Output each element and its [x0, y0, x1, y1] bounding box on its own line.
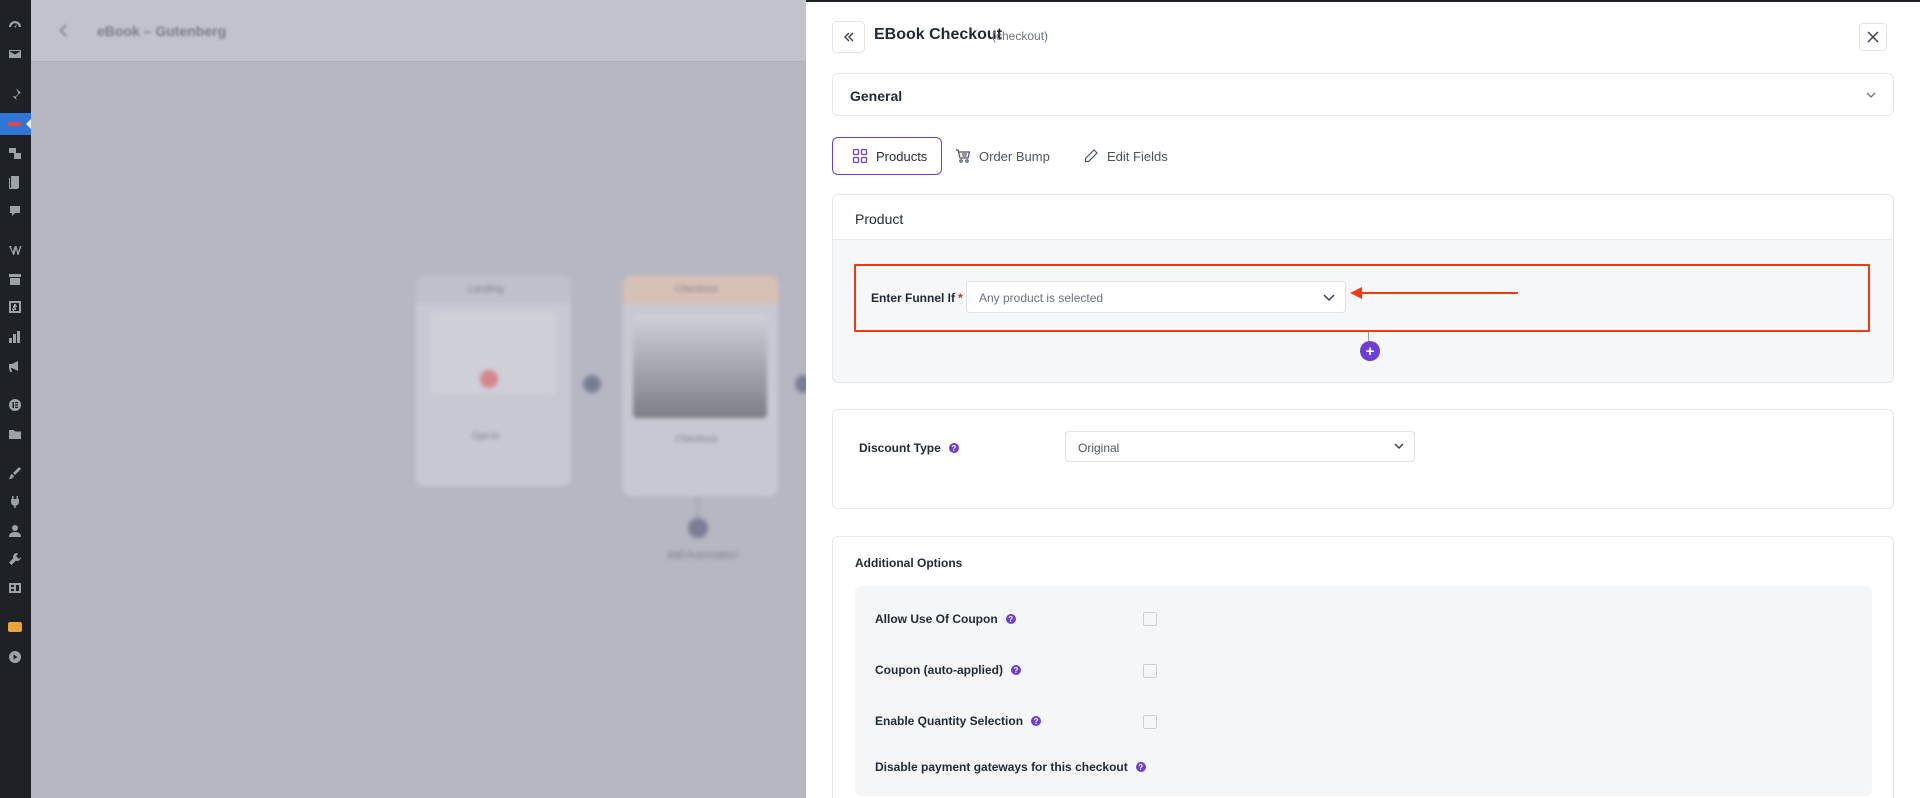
pages-icon[interactable] [8, 175, 22, 189]
dashboard-icon[interactable] [8, 19, 22, 33]
chevron-down-icon [1866, 92, 1876, 98]
enter-funnel-if-row: Enter Funnel If * Any product is selected [854, 264, 1870, 332]
node-checkout-label: Checkout [675, 284, 718, 295]
play-icon[interactable] [8, 650, 22, 664]
tab-edit-fields-label: Edit Fields [1107, 148, 1168, 164]
node-checkout[interactable]: Checkout Checkout [623, 276, 778, 496]
help-icon[interactable]: ? [948, 443, 959, 453]
panel-top-border [806, 0, 1920, 2]
funnel-plugin-icon[interactable] [8, 620, 22, 634]
analytics-icon[interactable] [8, 330, 22, 344]
additional-options-section: Additional Options Allow Use Of Coupon? … [832, 536, 1894, 798]
tab-products-label: Products [876, 148, 928, 164]
settings-icon[interactable] [8, 581, 22, 595]
media-icon[interactable] [8, 146, 22, 160]
add-condition-button[interactable]: + [1360, 341, 1380, 361]
help-icon[interactable]: ? [1010, 665, 1021, 675]
plugins-icon[interactable] [8, 495, 22, 509]
help-icon[interactable]: ? [1005, 614, 1016, 624]
close-panel-button[interactable] [1859, 23, 1887, 51]
option-label: Coupon (auto-applied) [875, 663, 1003, 677]
pencil-icon [1084, 149, 1098, 163]
help-icon[interactable]: ? [1135, 762, 1146, 772]
comments-icon[interactable] [8, 204, 22, 218]
double-chevron-left-icon [843, 32, 853, 42]
required-mark: * [958, 291, 963, 305]
close-icon [1867, 31, 1879, 43]
tab-edit-fields[interactable]: Edit Fields [1083, 137, 1183, 175]
enter-funnel-if-value: Any product is selected [979, 291, 1104, 305]
annotation-arrow-icon [1350, 287, 1518, 299]
discount-type-value: Original [1078, 441, 1120, 455]
add-automation-label: Add Automation [667, 550, 738, 561]
option-disable-payment-gateways: Disable payment gateways for this checko… [875, 759, 1146, 775]
option-label: Allow Use Of Coupon [875, 612, 998, 626]
option-label: Enable Quantity Selection [875, 714, 1024, 728]
product-section-title: Product [855, 211, 904, 227]
node-checkout-preview [633, 314, 767, 418]
node-landing[interactable]: Landing Opt-in [416, 276, 571, 486]
additional-options-title: Additional Options [855, 556, 963, 570]
enter-funnel-if-select[interactable]: Any product is selected [966, 281, 1346, 313]
marketing-icon[interactable] [8, 359, 22, 373]
connector-dot [583, 375, 601, 393]
enter-funnel-if-label: Enter Funnel If * [871, 291, 963, 305]
option-label: Disable payment gateways for this checko… [875, 760, 1128, 774]
connector-dot-right [795, 375, 806, 393]
option-coupon-auto-applied: Coupon (auto-applied)? [875, 662, 1021, 678]
mail-icon[interactable] [8, 47, 22, 61]
node-landing-label: Landing [468, 284, 504, 295]
cart-icon [956, 149, 971, 163]
collapse-panel-button[interactable] [832, 21, 865, 53]
node-landing-footer: Opt-in [472, 431, 500, 442]
panel-title: EBook Checkout [874, 26, 1003, 43]
wp-active-menu-item[interactable] [0, 113, 31, 135]
node-landing-dot [480, 370, 498, 388]
step-settings-panel: EBook Checkout (checkout) General Produc… [806, 0, 1920, 798]
general-accordion[interactable]: General [832, 73, 1894, 116]
allow-coupon-checkbox[interactable] [1143, 612, 1157, 626]
coupon-auto-applied-checkbox[interactable] [1143, 664, 1157, 678]
node-checkout-footer: Checkout [675, 434, 718, 445]
grid-icon [852, 148, 868, 164]
products-icon[interactable] [8, 272, 22, 286]
general-label: General [850, 88, 903, 104]
automation-connector [697, 496, 698, 518]
payments-icon[interactable] [8, 300, 22, 314]
tab-products[interactable]: Products [832, 137, 942, 175]
quantity-selection-checkbox[interactable] [1143, 715, 1157, 729]
product-section: Product Enter Funnel If * Any product is … [832, 194, 1894, 383]
panel-subtitle: (checkout) [992, 29, 1049, 43]
tab-order-bump-label: Order Bump [979, 148, 1050, 164]
woocommerce-icon[interactable] [8, 242, 22, 256]
additional-options-list: Allow Use Of Coupon? Coupon (auto-applie… [855, 586, 1872, 796]
elementor-icon[interactable] [8, 398, 22, 412]
pin-icon[interactable] [8, 87, 22, 101]
option-allow-coupon: Allow Use Of Coupon? [875, 611, 1016, 627]
chevron-down-icon [1323, 294, 1335, 302]
wp-admin-sidebar [0, 0, 31, 798]
canvas-back-icon[interactable] [59, 24, 72, 37]
canvas-header: eBook – Gutenberg [31, 0, 806, 62]
brush-icon[interactable] [8, 466, 22, 480]
canvas-title: eBook – Gutenberg [97, 23, 227, 39]
funnel-canvas: eBook – Gutenberg Landing Opt-in Checkou… [31, 0, 806, 798]
tools-icon[interactable] [8, 552, 22, 566]
enter-funnel-if-text: Enter Funnel If [871, 291, 955, 305]
discount-type-select[interactable]: Original [1065, 431, 1415, 462]
product-section-header: Product [833, 195, 1893, 240]
tab-order-bump[interactable]: Order Bump [955, 137, 1055, 175]
automation-dot[interactable] [688, 518, 708, 538]
folder-icon[interactable] [8, 427, 22, 441]
option-quantity-selection: Enable Quantity Selection? [875, 713, 1042, 729]
discount-type-label: Discount Type? [859, 441, 959, 455]
discount-section: Discount Type? Original [832, 409, 1894, 509]
users-icon[interactable] [8, 524, 22, 538]
discount-type-text: Discount Type [859, 441, 941, 455]
help-icon[interactable]: ? [1031, 716, 1042, 726]
chevron-down-icon [1394, 443, 1404, 450]
